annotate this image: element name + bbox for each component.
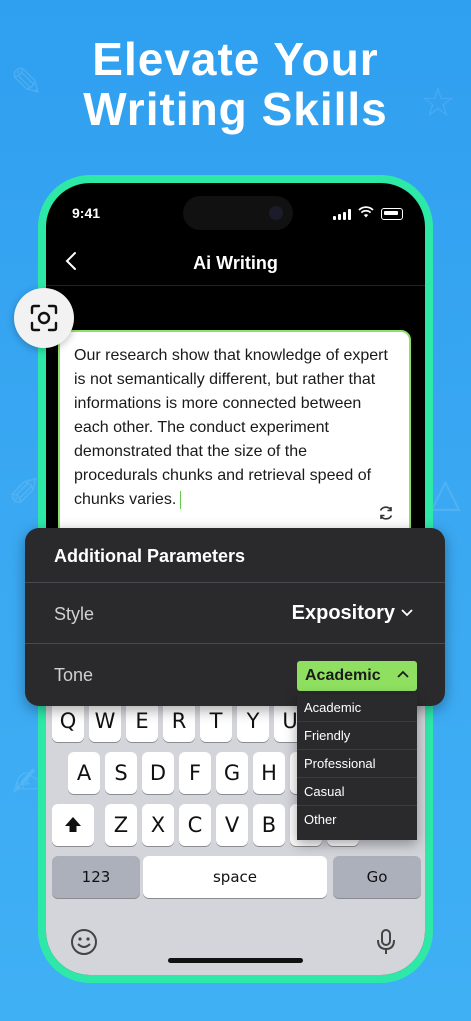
- text-cursor: [180, 490, 182, 509]
- refresh-icon[interactable]: [377, 504, 395, 528]
- divider: [25, 582, 445, 583]
- nav-bar: Ai Writing: [46, 243, 425, 286]
- tone-select[interactable]: Academic: [297, 661, 417, 691]
- tone-option-other[interactable]: Other: [297, 806, 417, 834]
- key-g[interactable]: G: [216, 752, 248, 794]
- shift-key[interactable]: [52, 804, 94, 846]
- tone-label: Tone: [54, 665, 94, 685]
- tone-option-casual[interactable]: Casual: [297, 778, 417, 806]
- tone-option-professional[interactable]: Professional: [297, 750, 417, 778]
- text-editor[interactable]: Our research show that knowledge of expe…: [58, 330, 411, 540]
- key-e[interactable]: E: [126, 700, 158, 742]
- tone-option-academic[interactable]: Academic: [297, 694, 417, 722]
- wifi-icon: [358, 205, 374, 223]
- style-select[interactable]: Expository: [292, 602, 413, 625]
- key-a[interactable]: A: [68, 752, 100, 794]
- tone-dropdown: Academic Friendly Professional Casual Ot…: [297, 694, 417, 840]
- additional-parameters-panel: Additional Parameters Style Expository T…: [25, 528, 445, 706]
- chevron-up-icon: [397, 665, 409, 681]
- key-b[interactable]: B: [253, 804, 285, 846]
- signal-icon: [333, 208, 351, 220]
- key-c[interactable]: C: [179, 804, 211, 846]
- dynamic-island: [183, 196, 293, 230]
- home-indicator: [168, 958, 303, 963]
- status-icons: [333, 205, 403, 223]
- camera-scan-icon: [30, 304, 58, 332]
- status-bar: 9:41: [46, 183, 425, 243]
- key-y[interactable]: Y: [237, 700, 269, 742]
- editor-text: Our research show that knowledge of expe…: [74, 347, 388, 508]
- key-f[interactable]: F: [179, 752, 211, 794]
- tone-value: Academic: [305, 667, 381, 684]
- shift-icon: [65, 817, 81, 832]
- numbers-key[interactable]: 123: [52, 856, 140, 898]
- space-key[interactable]: space: [143, 856, 327, 898]
- tone-option-friendly[interactable]: Friendly: [297, 722, 417, 750]
- key-w[interactable]: W: [89, 700, 121, 742]
- emoji-icon[interactable]: [70, 928, 98, 961]
- headline-line-2: Writing Skills: [83, 83, 388, 135]
- key-s[interactable]: S: [105, 752, 137, 794]
- key-h[interactable]: H: [253, 752, 285, 794]
- key-v[interactable]: V: [216, 804, 248, 846]
- key-q[interactable]: Q: [52, 700, 84, 742]
- headline: Elevate Your Writing Skills: [0, 34, 471, 134]
- key-x[interactable]: X: [142, 804, 174, 846]
- headline-line-1: Elevate Your: [92, 33, 379, 85]
- chevron-down-icon: [401, 604, 413, 620]
- page-title: Ai Writing: [193, 253, 278, 273]
- status-time: 9:41: [72, 205, 101, 221]
- key-r[interactable]: R: [163, 700, 195, 742]
- key-t[interactable]: T: [200, 700, 232, 742]
- go-key[interactable]: Go: [333, 856, 421, 898]
- background-doodle: ✐: [8, 470, 42, 516]
- battery-icon: [381, 208, 403, 220]
- camera-scan-button[interactable]: [14, 288, 74, 348]
- front-camera: [269, 206, 283, 220]
- divider: [25, 643, 445, 644]
- microphone-icon[interactable]: [376, 928, 396, 961]
- params-title: Additional Parameters: [54, 546, 246, 566]
- key-z[interactable]: Z: [105, 804, 137, 846]
- style-label: Style: [54, 604, 95, 624]
- background-doodle: △: [430, 470, 461, 516]
- style-value: Expository: [291, 602, 395, 624]
- key-d[interactable]: D: [142, 752, 174, 794]
